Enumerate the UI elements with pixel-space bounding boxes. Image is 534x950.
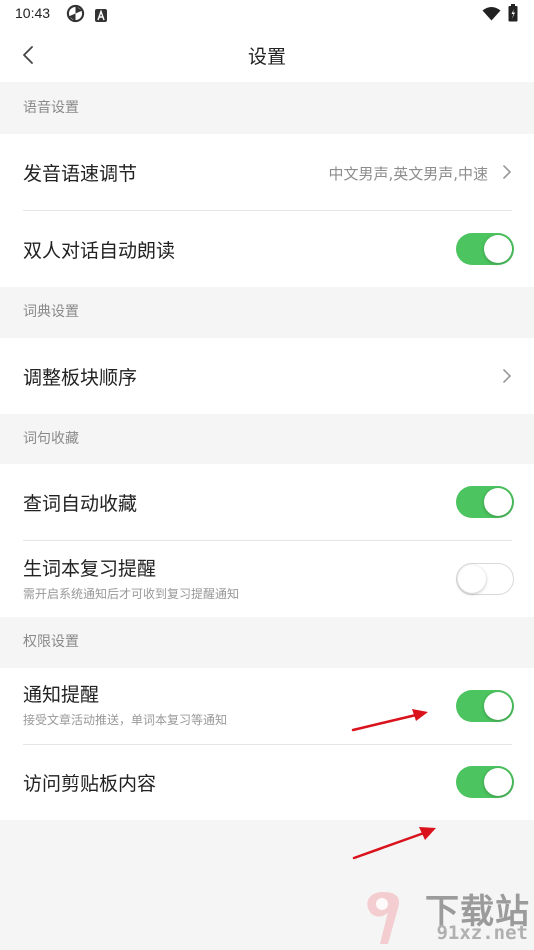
chevron-right-icon	[500, 366, 514, 386]
card-collection: 查词自动收藏 生词本复习提醒 需开启系统通知后才可收到复习提醒通知	[0, 464, 534, 617]
row-notification: 通知提醒 接受文章活动推送，单词本复习等通知	[0, 668, 534, 744]
row-clipboard: 访问剪贴板内容	[0, 745, 534, 820]
battery-icon	[508, 4, 518, 26]
annotation-arrow-icon	[351, 709, 428, 732]
row-value: 中文男声,英文男声,中速	[328, 165, 488, 183]
row-pronunciation-speed[interactable]: 发音语速调节 中文男声,英文男声,中速	[0, 134, 534, 210]
a-badge-icon	[95, 7, 107, 26]
toggle-knob	[484, 235, 512, 263]
card-voice: 发音语速调节 中文男声,英文男声,中速 双人对话自动朗读	[0, 134, 534, 287]
row-dialogue-autoread: 双人对话自动朗读	[0, 211, 534, 287]
card-permissions: 通知提醒 接受文章活动推送，单词本复习等通知 访问剪贴板内容	[0, 668, 534, 820]
section-header-permissions: 权限设置	[0, 617, 534, 668]
row-label: 发音语速调节	[23, 163, 138, 185]
wifi-icon	[482, 6, 501, 25]
notification-toggle[interactable]	[456, 690, 514, 722]
section-header-dictionary: 词典设置	[0, 287, 534, 338]
row-label: 双人对话自动朗读	[23, 240, 176, 262]
chevron-right-icon	[500, 162, 514, 182]
pinwheel-icon	[66, 4, 85, 27]
status-time: 10:43	[15, 5, 51, 21]
status-bar: 10:43	[0, 0, 534, 28]
watermark-url: 91xz.net	[436, 922, 528, 944]
row-label: 调整板块顺序	[23, 367, 138, 389]
row-label: 生词本复习提醒	[23, 558, 157, 580]
watermark: 下载站 91xz.net	[358, 882, 534, 950]
clipboard-toggle[interactable]	[456, 766, 514, 798]
annotation-arrow-icon	[352, 827, 436, 860]
nav-bar: 设置	[0, 28, 534, 82]
dialogue-autoread-toggle[interactable]	[456, 233, 514, 265]
watermark-logo-icon	[367, 892, 400, 944]
toggle-knob	[458, 564, 486, 593]
row-label: 通知提醒	[23, 684, 100, 706]
row-sublabel: 接受文章活动推送，单词本复习等通知	[23, 713, 228, 727]
auto-collect-toggle[interactable]	[456, 486, 514, 518]
row-review-reminder: 生词本复习提醒 需开启系统通知后才可收到复习提醒通知	[0, 541, 534, 617]
row-label: 查词自动收藏	[23, 493, 138, 515]
toggle-knob	[484, 768, 512, 796]
row-auto-collect: 查词自动收藏	[0, 464, 534, 540]
section-header-voice: 语音设置	[0, 82, 534, 134]
toggle-knob	[484, 692, 512, 720]
page-title: 设置	[247, 46, 286, 68]
card-dictionary: 调整板块顺序	[0, 338, 534, 414]
toggle-knob	[484, 488, 512, 516]
row-sublabel: 需开启系统通知后才可收到复习提醒通知	[23, 587, 240, 601]
row-module-order[interactable]: 调整板块顺序	[0, 338, 534, 414]
review-reminder-toggle[interactable]	[456, 563, 514, 595]
row-label: 访问剪贴板内容	[23, 773, 157, 795]
section-header-collection: 词句收藏	[0, 414, 534, 464]
